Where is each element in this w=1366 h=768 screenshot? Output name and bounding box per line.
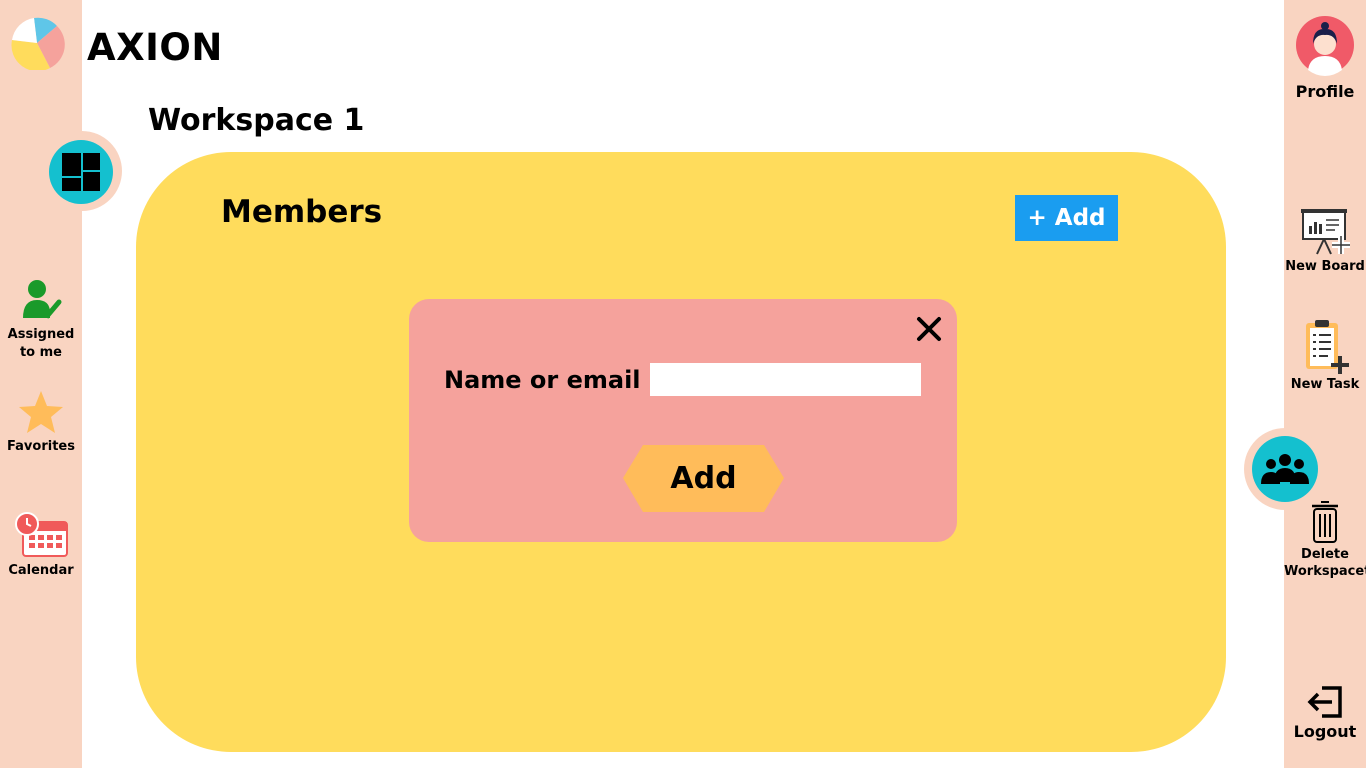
new-board-icon xyxy=(1301,209,1350,255)
new-task-icon xyxy=(1306,320,1349,374)
page-title: Workspace 1 xyxy=(148,103,365,138)
new-task-button[interactable]: New Task xyxy=(1284,318,1366,393)
submit-add-label: Add xyxy=(670,461,737,496)
sidebar-item-calendar[interactable]: Calendar xyxy=(0,512,82,580)
app-logo-icon xyxy=(10,16,68,72)
delete-workspace-button[interactable]: Delete Workspacet xyxy=(1284,500,1366,580)
name-or-email-input[interactable] xyxy=(650,363,921,396)
name-or-email-label: Name or email xyxy=(444,366,641,394)
user-check-icon xyxy=(23,280,62,319)
close-icon xyxy=(917,317,941,341)
logout-icon xyxy=(1307,686,1342,718)
delete-label: Delete xyxy=(1301,547,1349,562)
board-layout-icon xyxy=(62,153,100,191)
sidebar-item-assigned-to-me[interactable]: Assigned to me xyxy=(0,278,82,362)
calendar-icon xyxy=(15,512,68,557)
sidebar-item-label: Favorites xyxy=(7,439,75,454)
close-button[interactable] xyxy=(912,312,946,346)
trash-icon xyxy=(1312,501,1338,543)
logout-button[interactable]: Logout xyxy=(1284,684,1366,742)
new-task-label: New Task xyxy=(1290,377,1360,392)
new-board-label: New Board xyxy=(1285,259,1365,274)
new-board-button[interactable]: New Board xyxy=(1284,208,1366,275)
group-icon xyxy=(1261,454,1309,484)
avatar xyxy=(1296,16,1354,76)
sidebar-item-label: Calendar xyxy=(8,563,74,578)
star-icon xyxy=(19,391,63,433)
left-sidebar xyxy=(0,0,82,768)
members-heading: Members xyxy=(221,194,383,230)
sidebar-item-label: Assigned xyxy=(7,327,75,342)
workspace-button[interactable] xyxy=(49,140,113,204)
sidebar-item-label: to me xyxy=(19,345,63,360)
delete-label: Workspacet xyxy=(1284,564,1366,579)
add-member-button[interactable]: + Add xyxy=(1015,195,1118,241)
profile-label: Profile xyxy=(1295,82,1355,101)
logout-label: Logout xyxy=(1293,722,1357,741)
members-button[interactable] xyxy=(1252,436,1318,502)
sidebar-item-favorites[interactable]: Favorites xyxy=(0,390,82,456)
brand-name: AXION xyxy=(87,26,223,69)
submit-add-button[interactable]: Add xyxy=(623,445,784,512)
profile-button[interactable]: Profile xyxy=(1284,14,1366,102)
